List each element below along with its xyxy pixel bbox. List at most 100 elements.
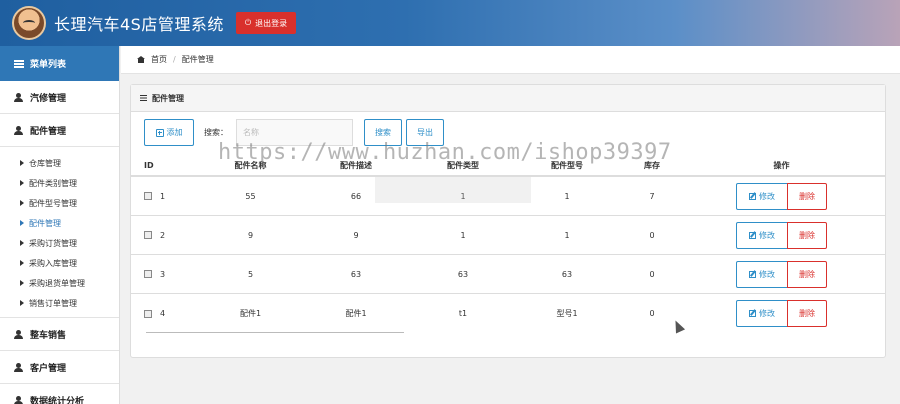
edit-button[interactable]: 修改 — [736, 182, 788, 210]
sidebar-item-label: 配件型号管理 — [29, 198, 77, 208]
sidebar-item-label: 销售订单管理 — [29, 298, 77, 308]
edit-button[interactable]: 修改 — [736, 260, 788, 288]
sidebar-group-parts[interactable]: 配件管理 — [0, 114, 119, 147]
menu-title: 菜单列表 — [30, 60, 67, 70]
logout-button[interactable]: ⏻ 退出登录 — [235, 12, 297, 34]
top-header: 长理汽车4S店管理系统 ⏻ 退出登录 — [0, 0, 900, 46]
caret-right-icon — [20, 160, 24, 166]
sidebar-item-label: 配件管理 — [29, 218, 61, 228]
search-label: 搜索： — [204, 128, 228, 137]
home-icon — [137, 56, 145, 63]
sidebar-item-label: 采购退货单管理 — [29, 278, 85, 288]
cell-id: 2 — [160, 230, 166, 240]
row-checkbox[interactable] — [144, 270, 152, 278]
delete-button[interactable]: 删除 — [787, 182, 827, 210]
parts-panel: 配件管理 添加 搜索： 搜索 导出 ID 配件名称 配件描述 配件类型 配件型号… — [130, 84, 886, 358]
sidebar-menu-header: 菜单列表 — [0, 46, 119, 81]
panel-title: 配件管理 — [152, 93, 184, 103]
sidebar-item-label: 仓库管理 — [29, 158, 61, 168]
sidebar-item-sales-order[interactable]: 销售订单管理 — [0, 293, 119, 313]
edit-icon — [749, 231, 756, 239]
table-row: 2 9 9 1 1 0 修改 删除 — [131, 216, 885, 255]
cell-name: 9 — [247, 230, 254, 240]
header-name: 配件名称 — [234, 160, 267, 170]
list-icon — [14, 59, 24, 68]
sidebar-group-repair[interactable]: 汽修管理 — [0, 81, 119, 114]
edit-label: 修改 — [759, 230, 775, 240]
cell-model: 型号1 — [556, 309, 578, 318]
bars-icon — [140, 95, 147, 101]
caret-right-icon — [20, 300, 24, 306]
edit-icon — [749, 270, 756, 278]
breadcrumb-current: 配件管理 — [181, 55, 214, 64]
logout-label: 退出登录 — [255, 18, 288, 28]
sidebar-group-label: 数据统计分析 — [30, 396, 85, 404]
cell-stock: 0 — [649, 230, 655, 240]
add-button[interactable]: 添加 — [144, 119, 194, 146]
table-underline — [146, 332, 404, 333]
user-icon — [14, 362, 23, 372]
cell-type: 63 — [457, 269, 469, 279]
cell-id: 4 — [160, 309, 166, 318]
power-icon: ⏻ — [244, 18, 252, 27]
sidebar-item-part-model[interactable]: 配件型号管理 — [0, 193, 119, 213]
breadcrumb-home[interactable]: 首页 — [151, 54, 167, 65]
header-desc: 配件描述 — [340, 160, 372, 170]
cell-id: 3 — [160, 269, 166, 279]
edit-button[interactable]: 修改 — [736, 300, 788, 327]
search-button[interactable]: 搜索 — [364, 119, 402, 146]
edit-icon — [749, 310, 756, 317]
cell-model: 63 — [561, 269, 573, 279]
user-icon — [14, 92, 23, 102]
cell-stock: 0 — [649, 309, 655, 318]
sidebar-group-label: 汽修管理 — [30, 93, 67, 104]
sidebar-item-purchase-order[interactable]: 采购订货管理 — [0, 233, 119, 253]
delete-button[interactable]: 删除 — [787, 300, 827, 327]
caret-right-icon — [20, 260, 24, 266]
parts-submenu: 仓库管理 配件类别管理 配件型号管理 配件管理 采购订货管理 采购入库管理 采购… — [0, 147, 119, 318]
breadcrumb-separator: / — [173, 55, 176, 64]
caret-right-icon — [20, 280, 24, 286]
sidebar-group-statistics[interactable]: 数据统计分析 — [0, 384, 119, 404]
caret-right-icon — [20, 220, 24, 226]
export-button[interactable]: 导出 — [406, 119, 444, 146]
sidebar-group-label: 整车销售 — [30, 330, 67, 341]
add-label: 添加 — [166, 128, 183, 137]
sidebar-group-customers[interactable]: 客户管理 — [0, 351, 119, 384]
breadcrumb: 首页 / 配件管理 — [121, 46, 900, 74]
delete-button[interactable]: 删除 — [787, 260, 827, 288]
sidebar-group-label: 客户管理 — [30, 363, 67, 374]
row-checkbox[interactable] — [144, 192, 152, 200]
app-title: 长理汽车4S店管理系统 — [54, 15, 224, 34]
row-checkbox[interactable] — [144, 231, 152, 239]
cell-name: 55 — [245, 191, 256, 201]
user-icon — [14, 125, 23, 135]
sidebar-item-label: 采购订货管理 — [29, 238, 77, 248]
delete-button[interactable]: 删除 — [787, 221, 827, 249]
user-icon — [14, 395, 23, 404]
row-checkbox[interactable] — [144, 309, 152, 318]
panel-heading: 配件管理 — [131, 85, 885, 112]
edit-label: 修改 — [759, 309, 775, 318]
edit-button[interactable]: 修改 — [736, 221, 788, 249]
cell-type: t1 — [458, 309, 468, 318]
sidebar-group-vehicle-sales[interactable]: 整车销售 — [0, 318, 119, 351]
edit-label: 修改 — [759, 269, 775, 279]
header-model: 配件型号 — [551, 160, 583, 170]
toolbar: 添加 搜索： 搜索 导出 — [144, 119, 444, 146]
cell-desc: 配件1 — [345, 309, 367, 318]
header-ops: 操作 — [773, 160, 790, 170]
sidebar-item-warehouse[interactable]: 仓库管理 — [0, 153, 119, 173]
sidebar-item-part-category[interactable]: 配件类别管理 — [0, 173, 119, 193]
cell-name: 5 — [247, 269, 254, 279]
sidebar-item-purchase-inbound[interactable]: 采购入库管理 — [0, 253, 119, 273]
sidebar-item-purchase-return[interactable]: 采购退货单管理 — [0, 273, 119, 293]
sidebar-item-parts[interactable]: 配件管理 — [0, 213, 119, 233]
table-row: 4 配件1 配件1 t1 型号1 0 修改 删除 — [131, 294, 885, 333]
search-input[interactable] — [236, 119, 353, 146]
cell-name: 配件1 — [239, 309, 262, 318]
header-stock: 库存 — [644, 160, 660, 170]
plus-square-icon — [155, 128, 164, 137]
user-icon — [14, 329, 23, 339]
edit-icon — [749, 192, 756, 200]
